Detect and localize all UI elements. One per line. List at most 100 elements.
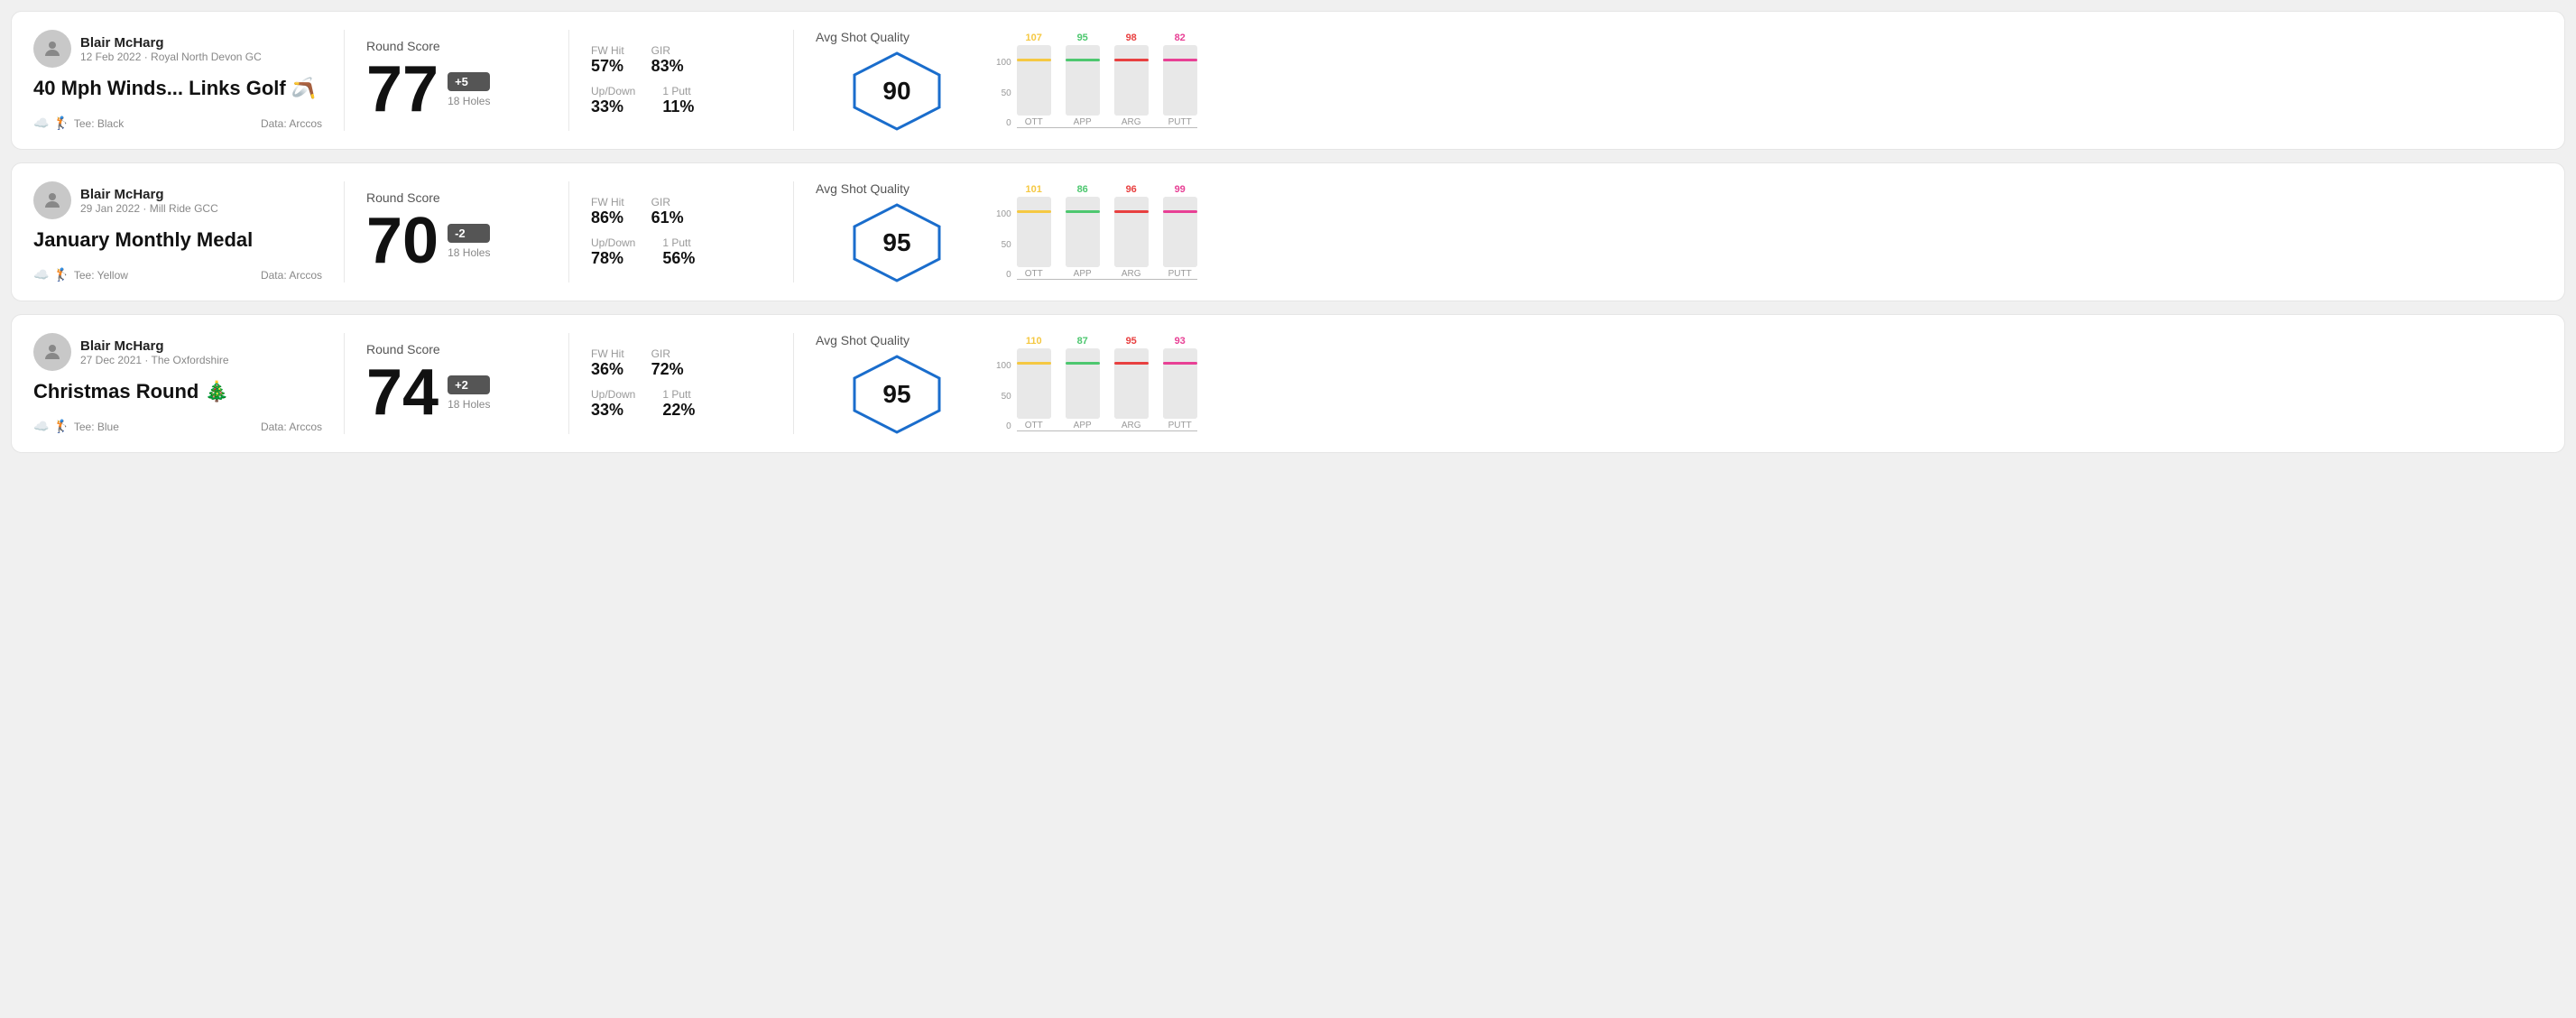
avatar [33, 181, 71, 219]
fw-hit-value: 86% [591, 208, 624, 227]
bar-value: 95 [1077, 32, 1088, 43]
score-holes: 18 Holes [448, 398, 490, 411]
stats-row-bottom: Up/Down 78% 1 Putt 56% [591, 236, 771, 268]
round-title: 40 Mph Winds... Links Golf 🪃 [33, 77, 322, 100]
bar-value: 82 [1175, 32, 1186, 43]
oneputt-label: 1 Putt [662, 85, 694, 97]
bar-value: 110 [1026, 336, 1042, 347]
stat-fw-hit: FW Hit 86% [591, 196, 624, 227]
bar-group: 107 OTT [1017, 32, 1051, 127]
tee-info: ☁️ 🏌️ Tee: Black [33, 116, 124, 131]
hexagon-score: 95 [882, 228, 910, 257]
chart-section: 100500 107 OTT 95 APP 98 ARG [978, 30, 2543, 131]
updown-value: 33% [591, 401, 635, 420]
fw-hit-value: 36% [591, 360, 624, 379]
score-main: 74 +2 18 Holes [366, 360, 547, 425]
avatar [33, 30, 71, 68]
bar-group: 99 PUTT [1163, 184, 1197, 279]
tee-info: ☁️ 🏌️ Tee: Yellow [33, 267, 128, 282]
oneputt-label: 1 Putt [662, 236, 695, 249]
user-name: Blair McHarg [80, 187, 218, 202]
round-title: Christmas Round 🎄 [33, 380, 322, 403]
bar-label: APP [1074, 117, 1092, 127]
divider [344, 333, 345, 434]
fw-hit-label: FW Hit [591, 196, 624, 208]
hexagon: 95 [852, 355, 942, 434]
user-details: Blair McHarg 27 Dec 2021 · The Oxfordshi… [80, 338, 229, 366]
bar-label: APP [1074, 269, 1092, 279]
score-section: Round Score 70 -2 18 Holes [366, 181, 547, 282]
bar-group: 87 APP [1066, 336, 1100, 430]
user-sub: 12 Feb 2022 · Royal North Devon GC [80, 51, 262, 63]
score-holes: 18 Holes [448, 246, 490, 259]
footer-info: ☁️ 🏌️ Tee: Yellow Data: Arccos [33, 267, 322, 282]
user-name: Blair McHarg [80, 338, 229, 354]
updown-value: 33% [591, 97, 635, 116]
hexagon-score: 95 [882, 380, 910, 409]
quality-label: Avg Shot Quality [816, 30, 909, 44]
data-source: Data: Arccos [261, 421, 322, 433]
stat-gir: GIR 61% [651, 196, 684, 227]
stat-fw-hit: FW Hit 36% [591, 347, 624, 379]
stats-section: FW Hit 86% GIR 61% Up/Down 78% 1 Putt 56… [591, 181, 771, 282]
score-section: Round Score 77 +5 18 Holes [366, 30, 547, 131]
bar-label: PUTT [1168, 269, 1192, 279]
score-badge-wrap: +2 18 Holes [448, 375, 490, 411]
user-info: Blair McHarg 29 Jan 2022 · Mill Ride GCC [33, 181, 322, 219]
chart-section: 100500 101 OTT 86 APP 96 ARG [978, 181, 2543, 282]
bar-group: 101 OTT [1017, 184, 1051, 279]
gir-label: GIR [651, 347, 684, 360]
stat-oneputt: 1 Putt 56% [662, 236, 695, 268]
bar-label: ARG [1122, 117, 1141, 127]
stat-gir: GIR 72% [651, 347, 684, 379]
quality-section: Avg Shot Quality 95 [816, 333, 978, 434]
round-card: Blair McHarg 29 Jan 2022 · Mill Ride GCC… [11, 162, 2565, 301]
score-section: Round Score 74 +2 18 Holes [366, 333, 547, 434]
avatar [33, 333, 71, 371]
bar-value: 95 [1126, 336, 1137, 347]
score-number: 74 [366, 360, 439, 425]
stats-row-top: FW Hit 86% GIR 61% [591, 196, 771, 227]
card-left: Blair McHarg 27 Dec 2021 · The Oxfordshi… [33, 333, 322, 434]
gir-value: 61% [651, 208, 684, 227]
footer-info: ☁️ 🏌️ Tee: Black Data: Arccos [33, 116, 322, 131]
quality-label: Avg Shot Quality [816, 333, 909, 347]
bar-label: PUTT [1168, 117, 1192, 127]
fw-hit-label: FW Hit [591, 44, 624, 57]
tee-label: Tee: Black [74, 117, 124, 130]
hexagon: 90 [852, 51, 942, 131]
stats-row-top: FW Hit 36% GIR 72% [591, 347, 771, 379]
user-name: Blair McHarg [80, 35, 262, 51]
user-info: Blair McHarg 12 Feb 2022 · Royal North D… [33, 30, 322, 68]
bar-group: 96 ARG [1114, 184, 1149, 279]
tee-label: Tee: Yellow [74, 269, 128, 282]
bar-value: 96 [1126, 184, 1137, 195]
score-badge-wrap: -2 18 Holes [448, 224, 490, 259]
stat-oneputt: 1 Putt 22% [662, 388, 695, 420]
card-left: Blair McHarg 29 Jan 2022 · Mill Ride GCC… [33, 181, 322, 282]
card-left: Blair McHarg 12 Feb 2022 · Royal North D… [33, 30, 322, 131]
oneputt-value: 11% [662, 97, 694, 116]
stat-oneputt: 1 Putt 11% [662, 85, 694, 116]
stat-gir: GIR 83% [651, 44, 684, 76]
score-number: 70 [366, 208, 439, 273]
tee-info: ☁️ 🏌️ Tee: Blue [33, 419, 119, 434]
gir-value: 83% [651, 57, 684, 76]
hexagon-wrap: 90 [816, 51, 978, 131]
bag-icon: 🏌️ [53, 116, 69, 131]
score-main: 70 -2 18 Holes [366, 208, 547, 273]
bar-label: ARG [1122, 269, 1141, 279]
score-number: 77 [366, 57, 439, 122]
divider [793, 333, 794, 434]
stats-row-bottom: Up/Down 33% 1 Putt 11% [591, 85, 771, 116]
chart-section: 100500 110 OTT 87 APP 95 ARG [978, 333, 2543, 434]
divider [568, 30, 569, 131]
quality-section: Avg Shot Quality 95 [816, 181, 978, 282]
bar-value: 93 [1175, 336, 1186, 347]
bar-label: OTT [1025, 269, 1043, 279]
bar-value: 86 [1077, 184, 1088, 195]
hexagon-wrap: 95 [816, 355, 978, 434]
score-holes: 18 Holes [448, 95, 490, 107]
hexagon-score: 90 [882, 77, 910, 106]
divider [344, 30, 345, 131]
